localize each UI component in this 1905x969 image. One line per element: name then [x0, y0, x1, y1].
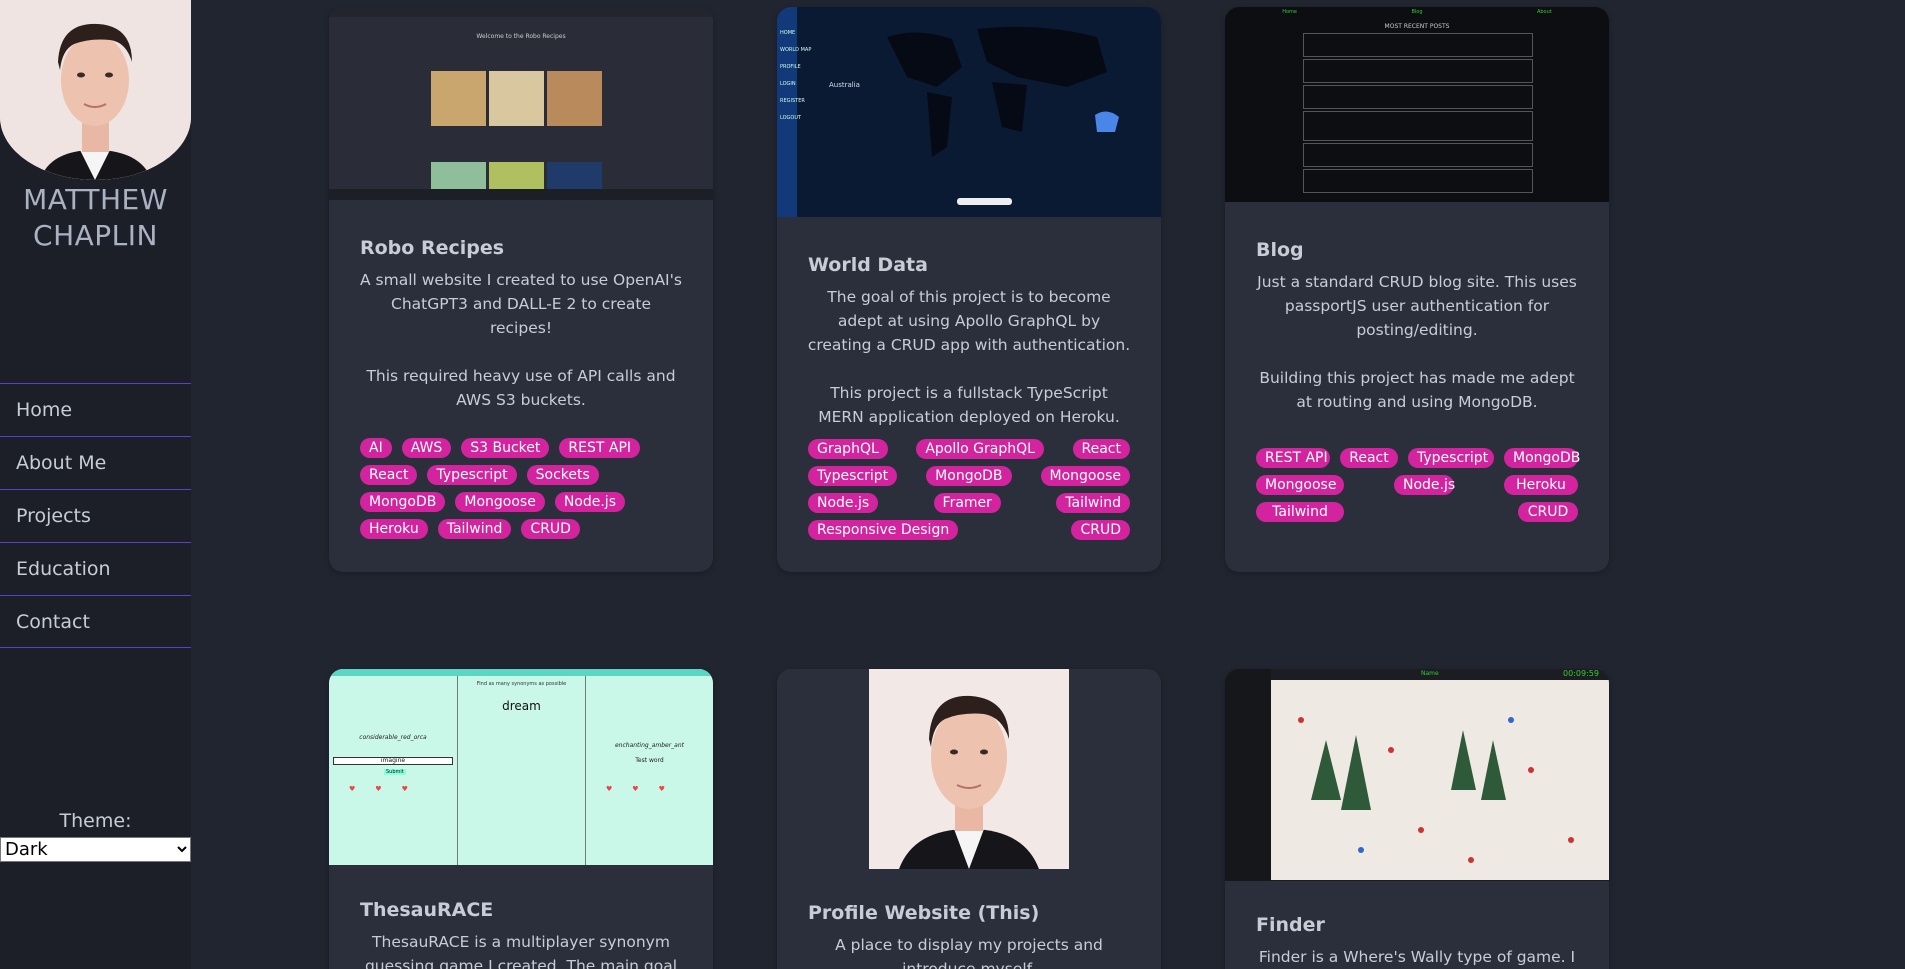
- tag: Sockets: [526, 465, 599, 485]
- shot-player-left: considerable_red_orca: [359, 734, 427, 741]
- heart-icon: ♥ ♥ ♥: [349, 785, 408, 793]
- shot-player-right: enchanting_amber_ant: [614, 742, 685, 749]
- tag: Heroku: [360, 519, 428, 539]
- shot-input: imagine: [333, 757, 453, 765]
- tag: Mongoose: [455, 492, 545, 512]
- project-card-blog: Home Blog About MOST RECENT POSTS Blog J…: [1225, 7, 1609, 572]
- tag: AI: [360, 438, 392, 458]
- tag-list: REST API React Typescript MongoDB Mongoo…: [1225, 448, 1609, 522]
- tag: AWS: [401, 438, 452, 458]
- project-card-world-data: HOME WORLD MAP PROFILE LOGIN REGISTER LO…: [777, 7, 1161, 572]
- shot-nav-item: Home: [1282, 9, 1297, 15]
- profile-photo: [0, 0, 191, 180]
- project-screenshot: Find as many synonyms as possible dream …: [329, 669, 713, 865]
- heart-icon: ♥ ♥ ♥: [606, 785, 665, 793]
- project-description: Just a standard CRUD blog site. This use…: [1257, 273, 1577, 411]
- nav-education[interactable]: Education: [0, 542, 191, 595]
- tag: REST API: [559, 438, 641, 458]
- project-card-thesaurace: Find as many synonyms as possible dream …: [329, 669, 713, 969]
- theme-select[interactable]: Dark: [0, 837, 191, 862]
- tag: CRUD: [521, 519, 580, 539]
- tag: S3 Bucket: [461, 438, 550, 458]
- tag: REST API: [1256, 448, 1330, 468]
- tag: Node.js: [1394, 475, 1455, 495]
- project-screenshot: Name 00:09:59: [1225, 669, 1609, 881]
- tag: Heroku: [1504, 475, 1578, 495]
- project-screenshot: HOME WORLD MAP PROFILE LOGIN REGISTER LO…: [777, 7, 1161, 217]
- project-screenshot: Welcome to the Robo Recipes: [329, 7, 713, 200]
- nav-projects[interactable]: Projects: [0, 489, 191, 542]
- project-card-robo-recipes: Welcome to the Robo Recipes Robo Recipes…: [329, 7, 713, 572]
- shot-prompt: Find as many synonyms as possible: [476, 681, 567, 687]
- shot-nav-item: About: [1536, 9, 1552, 15]
- tag: CRUD: [1518, 502, 1578, 522]
- project-card-profile-website: Profile Website (This) A place to displa…: [777, 669, 1161, 969]
- shot-name-label: Name: [1421, 670, 1439, 677]
- tag: React: [360, 465, 418, 485]
- profile-name: MATTHEW CHAPLIN: [23, 183, 168, 252]
- project-title: World Data: [808, 254, 928, 276]
- shot-right-word: Test word: [635, 757, 664, 764]
- shot-nav-item: Blog: [1411, 9, 1423, 15]
- tag: GraphQL: [808, 439, 888, 459]
- project-screenshot: [777, 669, 1161, 869]
- avatar: [0, 0, 191, 180]
- tag: Node.js: [554, 492, 625, 512]
- world-map: [887, 26, 1119, 157]
- shot-country: Australia: [829, 81, 860, 89]
- tag: Typescript: [808, 466, 898, 486]
- tag: MongoDB: [360, 492, 446, 512]
- project-screenshot: Home Blog About MOST RECENT POSTS: [1225, 7, 1609, 202]
- tag: Framer: [933, 493, 1001, 513]
- nav-contact[interactable]: Contact: [0, 595, 191, 648]
- project-title: ThesauRACE: [360, 899, 494, 921]
- nav-about-me[interactable]: About Me: [0, 436, 191, 489]
- tag: Tailwind: [1056, 493, 1130, 513]
- project-title: Blog: [1256, 239, 1304, 261]
- tag: Tailwind: [1256, 502, 1344, 522]
- tag: MongoDB: [1504, 448, 1580, 468]
- tag: Mongoose: [1256, 475, 1344, 495]
- tag: Mongoose: [1040, 466, 1130, 486]
- shot-heading: MOST RECENT POSTS: [1384, 23, 1450, 30]
- nav-home[interactable]: Home: [0, 383, 191, 436]
- tag: Apollo GraphQL: [916, 439, 1044, 459]
- shot-word: dream: [502, 699, 541, 713]
- main-nav: Home About Me Projects Education Contact: [0, 383, 191, 648]
- tag: Node.js: [808, 493, 879, 513]
- project-description: A place to display my projects and intro…: [835, 936, 1103, 969]
- project-description: A small website I created to use OpenAI'…: [360, 271, 682, 409]
- tag: Tailwind: [437, 519, 512, 539]
- sidebar: MATTHEW CHAPLIN Home About Me Projects E…: [0, 0, 191, 969]
- tag: MongoDB: [926, 466, 1012, 486]
- project-description: ThesauRACE is a multiplayer synonym gues…: [364, 933, 678, 969]
- project-title: Robo Recipes: [360, 237, 505, 259]
- tag-list: GraphQL Apollo GraphQL React Typescript …: [777, 439, 1161, 540]
- shot-submit: Submit: [384, 769, 406, 775]
- tag: Typescript: [1408, 448, 1494, 468]
- project-title: Finder: [1256, 914, 1325, 936]
- tag: React: [1072, 439, 1130, 459]
- shot-timer: 00:09:59: [1563, 669, 1599, 678]
- tag: Typescript: [427, 465, 517, 485]
- project-title: Profile Website (This): [808, 902, 1040, 924]
- theme-label: Theme:: [59, 810, 132, 832]
- project-card-finder: Name 00:09:59 Finder Finder is a Where's…: [1225, 669, 1609, 969]
- tag: CRUD: [1071, 520, 1130, 540]
- project-description: Finder is a Where's Wally type of game. …: [1258, 948, 1576, 966]
- game-scene: [1271, 680, 1609, 880]
- tag: React: [1340, 448, 1398, 468]
- project-description: The goal of this project is to become ad…: [807, 288, 1131, 426]
- tag-list: AI AWS S3 Bucket REST API React Typescri…: [329, 438, 713, 539]
- profile-photo: [869, 669, 1069, 869]
- tag: Responsive Design: [808, 520, 959, 540]
